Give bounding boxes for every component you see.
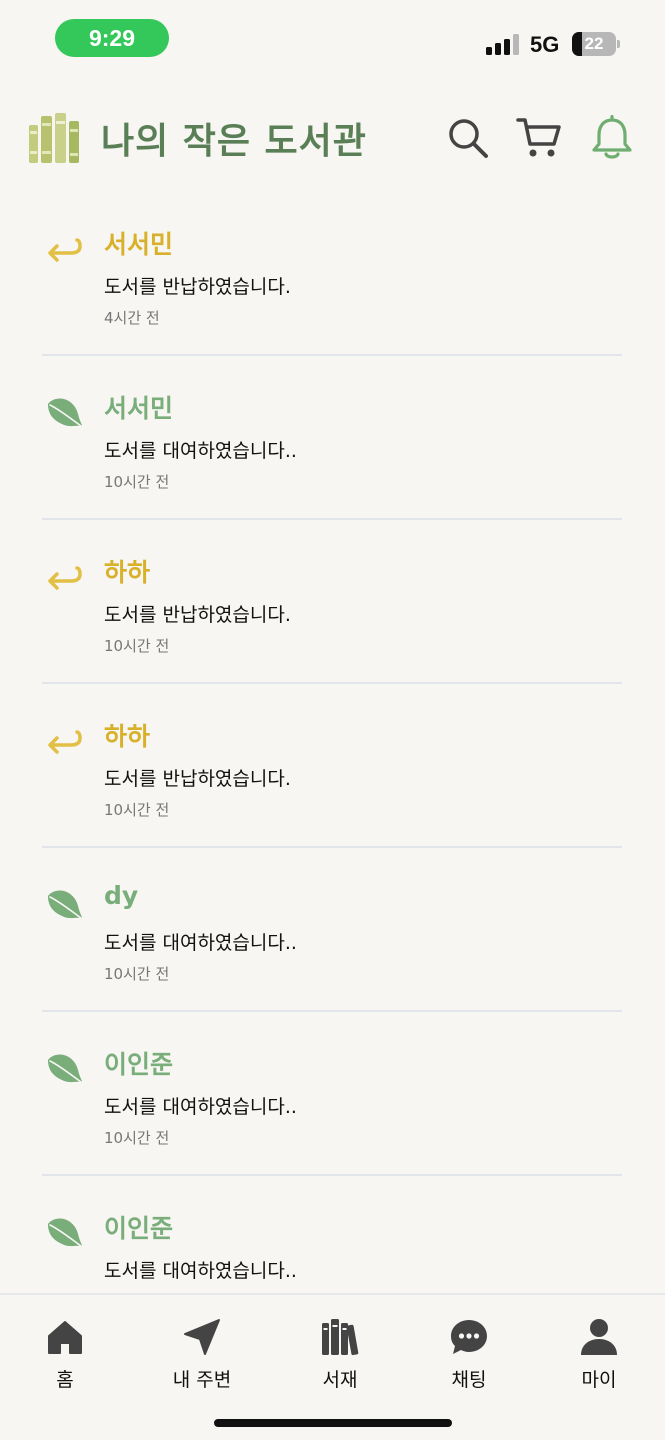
notification-user-name: 이인준 <box>104 1214 174 1243</box>
notification-user-name: 하하 <box>104 558 151 587</box>
nav-library-label: 서재 <box>322 1369 358 1391</box>
notification-time: 10시간 전 <box>104 1129 170 1147</box>
notification-message: 도서를 대여하였습니다.. <box>104 1260 297 1282</box>
nav-my-label: 마이 <box>581 1369 617 1391</box>
leaf-icon <box>44 884 84 924</box>
return-arrow-icon <box>44 556 84 596</box>
cellular-signal-icon <box>486 33 520 55</box>
cart-icon <box>516 118 561 157</box>
notification-user-name: 하하 <box>104 722 151 751</box>
bell-icon <box>592 115 632 159</box>
cart-button[interactable] <box>515 114 563 162</box>
nav-nearby[interactable]: 내 주변 <box>147 1315 257 1395</box>
notifications-screen: 9:29 5G 22 나의 작은 도서관 서서민 도서를 반납하였습니다. 4시… <box>0 0 665 1440</box>
status-bar: 9:29 5G 22 <box>0 0 665 80</box>
return-arrow-icon <box>44 228 84 268</box>
notification-item[interactable]: dy 도서를 대여하였습니다.. 10시간 전 <box>42 848 622 1012</box>
notification-user-name: dy <box>104 881 139 910</box>
app-title: 나의 작은 도서관 <box>101 121 367 162</box>
notification-message: 도서를 대여하였습니다.. <box>104 932 297 954</box>
return-arrow-icon <box>44 720 84 760</box>
notification-user-name: 서서민 <box>104 394 174 423</box>
status-time: 9:29 <box>55 19 169 57</box>
notification-item[interactable]: 하하도서를 반납하였습니다. 10시간 전 <box>42 684 622 848</box>
nav-chat[interactable]: 채팅 <box>414 1315 524 1395</box>
notification-message: 도서를 대여하였습니다.. <box>104 440 297 462</box>
notification-list[interactable]: 서서민 도서를 반납하였습니다. 4시간 전 서서민 도서를 대여하였습니다.. 10시간… <box>42 192 622 1293</box>
notification-item[interactable]: 이인준도서를 대여하였습니다..10시간 전 <box>42 1176 622 1293</box>
notification-time: 10시간 전 <box>104 965 170 983</box>
nav-nearby-label: 내 주변 <box>172 1369 232 1391</box>
notification-user-name: 이인준 <box>104 1050 174 1079</box>
notification-item[interactable]: 하하도서를 반납하였습니다. 10시간 전 <box>42 520 622 684</box>
search-icon <box>449 119 488 158</box>
search-button[interactable] <box>444 114 492 162</box>
notification-time: 4시간 전 <box>104 309 160 327</box>
books-logo-icon <box>29 113 79 163</box>
bookshelf-icon <box>322 1319 359 1356</box>
nav-my[interactable]: 마이 <box>544 1315 654 1395</box>
app-header: 나의 작은 도서관 <box>0 100 665 180</box>
notification-user-name: 서서민 <box>104 230 174 259</box>
notification-item[interactable]: 이인준도서를 대여하였습니다.. 10시간 전 <box>42 1012 622 1176</box>
notification-message: 도서를 반납하였습니다. <box>104 604 291 626</box>
notification-message: 도서를 대여하였습니다.. <box>104 1096 297 1118</box>
battery-percent: 22 <box>584 34 604 53</box>
notification-item[interactable]: 서서민도서를 반납하였습니다. 4시간 전 <box>42 192 622 356</box>
home-icon <box>48 1321 82 1354</box>
notification-message: 도서를 반납하였습니다. <box>104 276 291 298</box>
nav-home-label: 홈 <box>56 1369 74 1391</box>
notification-time: 10시간 전 <box>104 473 170 491</box>
user-icon <box>581 1319 617 1355</box>
battery-icon: 22 <box>572 32 620 56</box>
notifications-button[interactable] <box>588 114 636 162</box>
notification-item[interactable]: 서서민도서를 대여하였습니다.. 10시간 전 <box>42 356 622 520</box>
home-indicator <box>214 1419 452 1427</box>
nav-library[interactable]: 서재 <box>285 1315 395 1395</box>
notification-time: 10시간 전 <box>104 637 170 655</box>
chat-icon <box>451 1320 487 1354</box>
network-type: 5G <box>530 32 560 57</box>
nav-chat-label: 채팅 <box>451 1369 487 1391</box>
navigation-icon <box>184 1319 220 1355</box>
leaf-icon <box>44 1212 84 1252</box>
bottom-nav: 홈 내 주변 서재 채팅 마이 <box>0 1293 665 1440</box>
leaf-icon <box>44 392 84 432</box>
nav-home[interactable]: 홈 <box>10 1315 120 1395</box>
notification-time: 10시간 전 <box>104 801 170 819</box>
leaf-icon <box>44 1048 84 1088</box>
notification-message: 도서를 반납하였습니다. <box>104 768 291 790</box>
